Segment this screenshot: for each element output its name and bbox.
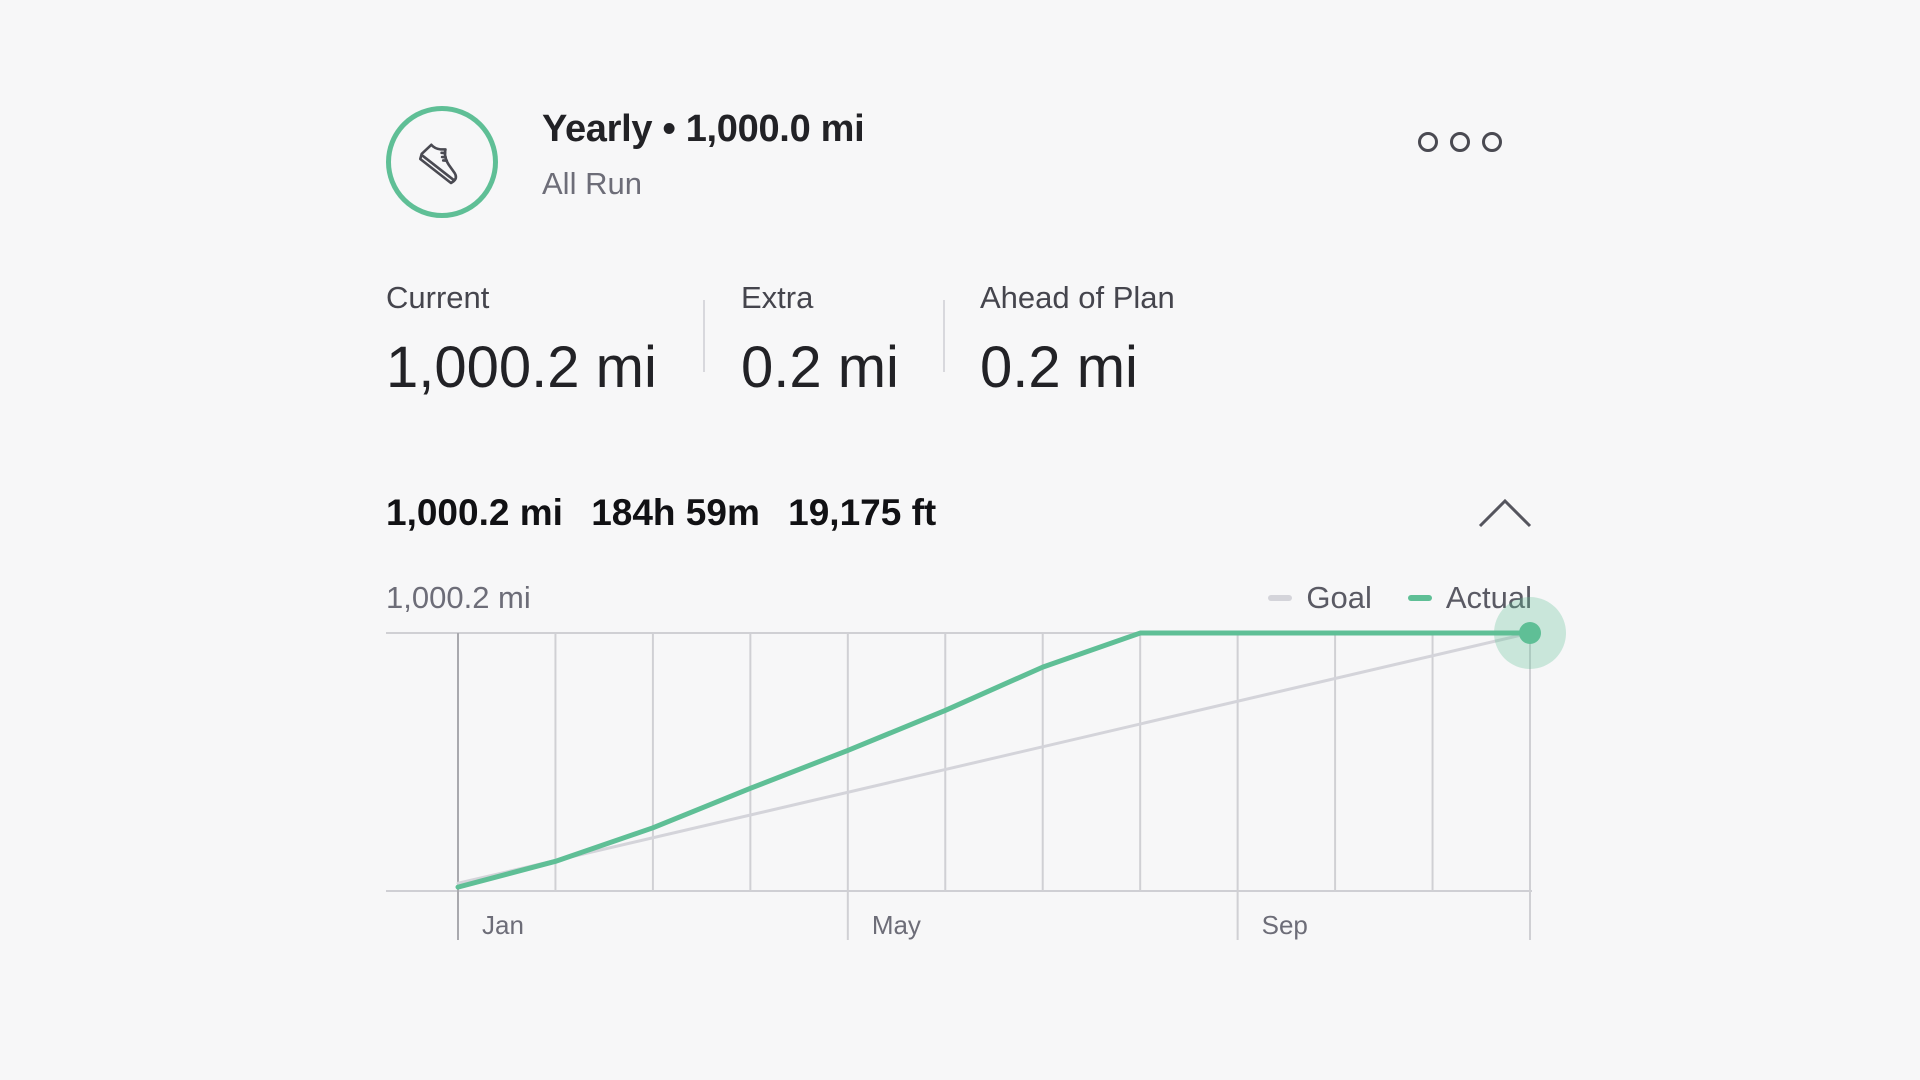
series-line-goal — [456, 631, 1532, 885]
x-tick-label: Sep — [1262, 910, 1308, 940]
progress-chart: Jan May Sep — [386, 597, 1566, 940]
current-point-marker — [1519, 622, 1541, 644]
x-tick-label: Jan — [482, 910, 524, 940]
x-tick-label: May — [872, 910, 921, 940]
